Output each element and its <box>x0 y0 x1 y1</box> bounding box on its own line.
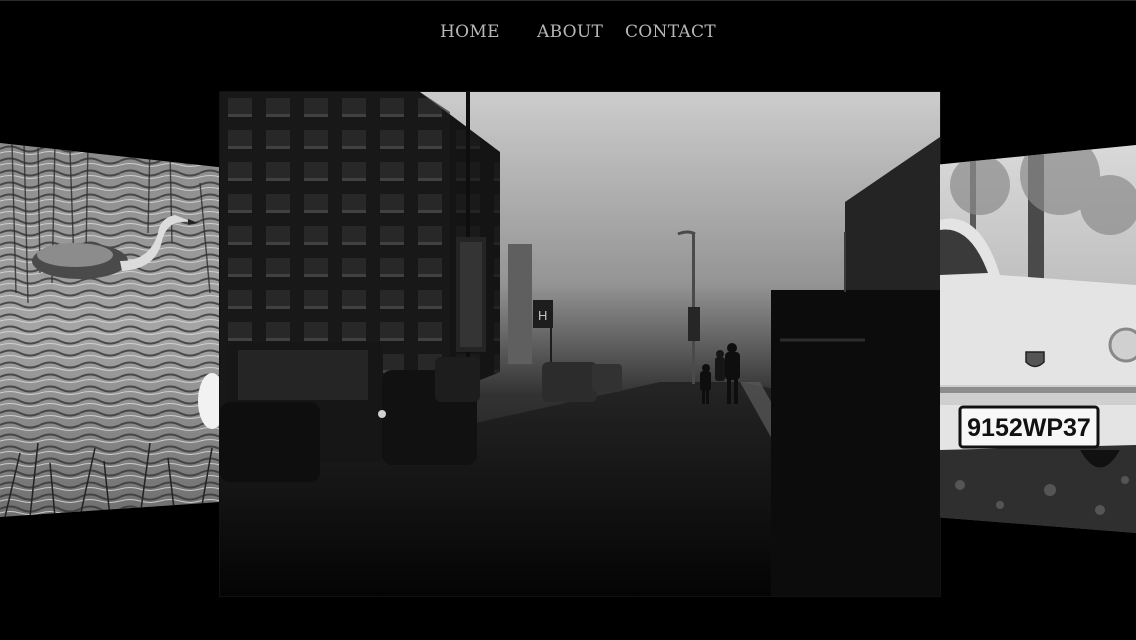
license-plate-text: 9152WP37 <box>967 414 1091 442</box>
nav-link-about[interactable]: ABOUT <box>537 22 603 42</box>
carousel-slide-active[interactable]: H <box>220 92 940 596</box>
swan-photo <box>0 143 220 517</box>
nav-link-home[interactable]: HOME <box>440 22 500 42</box>
carousel-slide-next[interactable]: 9152WP37 <box>940 145 1136 533</box>
top-divider <box>0 0 1136 1</box>
carousel-slide-prev[interactable] <box>0 143 220 517</box>
foggy-street-photo: H <box>220 92 940 596</box>
crest-badge-icon <box>1025 351 1045 368</box>
page: HOME ABOUT CONTACT H 9152WP37 <box>0 0 1136 640</box>
main-nav: HOME ABOUT CONTACT <box>0 22 1136 46</box>
vintage-car-photo: 9152WP37 <box>940 145 1136 533</box>
nav-link-contact[interactable]: CONTACT <box>625 22 716 42</box>
